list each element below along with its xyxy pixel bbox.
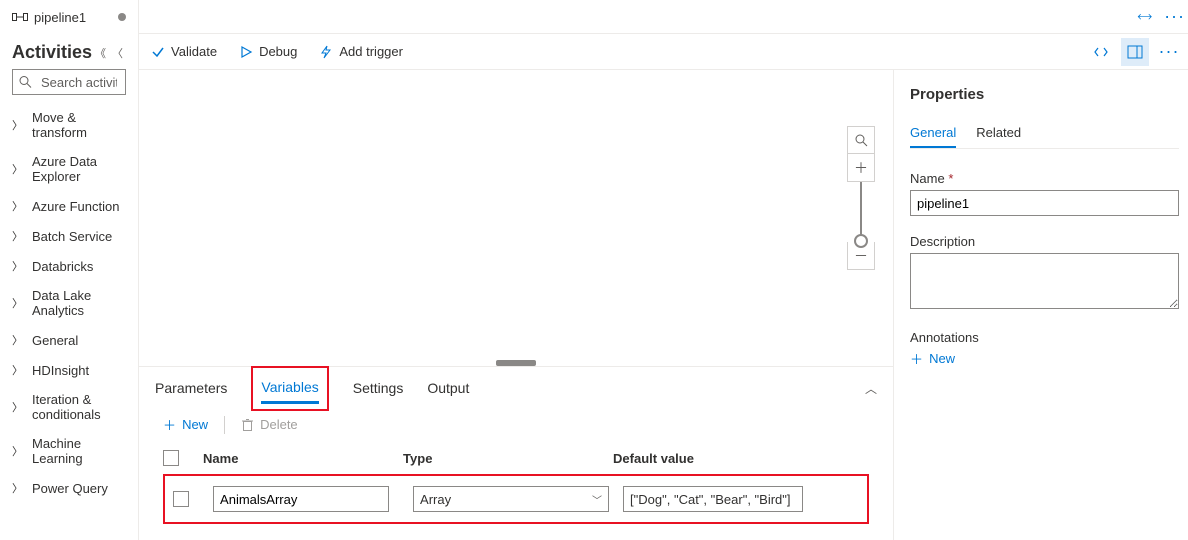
zoom-slider[interactable] bbox=[860, 182, 862, 242]
more-icon[interactable]: ··· bbox=[1164, 6, 1185, 27]
add-trigger-button[interactable]: Add trigger bbox=[319, 44, 403, 59]
activity-category-list: 〉Move & transform 〉Azure Data Explorer 〉… bbox=[0, 103, 138, 540]
chevron-right-icon: 〉 bbox=[12, 332, 23, 348]
chevron-right-icon: 〉 bbox=[12, 295, 23, 311]
column-header-type: Type bbox=[403, 451, 613, 466]
column-header-name: Name bbox=[203, 451, 403, 466]
top-bar: ⤢ ··· bbox=[139, 0, 1188, 34]
activity-category[interactable]: 〉Move & transform bbox=[0, 103, 138, 147]
properties-pane: Properties General Related Name * Descri… bbox=[893, 70, 1188, 540]
pipeline-canvas[interactable]: ＋ － bbox=[139, 70, 893, 366]
tab-parameters[interactable]: Parameters bbox=[155, 374, 227, 402]
activity-category[interactable]: 〉Batch Service bbox=[0, 221, 138, 251]
chevron-right-icon: 〉 bbox=[12, 399, 23, 415]
new-annotation-button[interactable]: ＋ New bbox=[910, 349, 1179, 368]
tab-variables[interactable]: Variables bbox=[261, 373, 318, 404]
highlight-variable-row: Array ﹀ ["Dog", "Cat", "Bear", "Bird"] bbox=[163, 474, 869, 524]
play-icon bbox=[239, 45, 253, 59]
delete-variable-button: Delete bbox=[241, 417, 298, 432]
pipeline-name-input[interactable] bbox=[910, 190, 1179, 216]
new-variable-button[interactable]: ＋ New bbox=[163, 415, 208, 434]
chevron-right-icon: 〉 bbox=[12, 198, 23, 214]
divider bbox=[224, 416, 225, 434]
validate-button[interactable]: Validate bbox=[151, 44, 217, 59]
plus-icon: ＋ bbox=[163, 415, 176, 434]
activity-category[interactable]: 〉Databricks bbox=[0, 251, 138, 281]
expand-icon[interactable]: ⤢ bbox=[1134, 7, 1154, 27]
highlight-variables: Variables bbox=[251, 366, 328, 411]
panel-resize-handle[interactable] bbox=[496, 360, 536, 366]
activity-category[interactable]: 〉Iteration & conditionals bbox=[0, 385, 138, 429]
properties-tab-general[interactable]: General bbox=[910, 119, 956, 148]
pipeline-name: pipeline1 bbox=[34, 10, 86, 25]
collapse-panel-button[interactable]: ︿ bbox=[865, 380, 877, 397]
activity-category[interactable]: 〉General bbox=[0, 325, 138, 355]
lightning-icon bbox=[319, 45, 333, 59]
activity-category[interactable]: 〉Power Query bbox=[0, 473, 138, 503]
activity-category[interactable]: 〉HDInsight bbox=[0, 355, 138, 385]
code-view-button[interactable] bbox=[1087, 38, 1115, 66]
chevron-right-icon: 〉 bbox=[12, 161, 23, 177]
row-checkbox[interactable] bbox=[173, 491, 189, 507]
zoom-slider-thumb[interactable] bbox=[854, 234, 868, 248]
chevron-right-icon: 〉 bbox=[12, 228, 23, 244]
chevron-right-icon: 〉 bbox=[12, 117, 23, 133]
collapse-double-chevron-icon[interactable]: 《 bbox=[92, 45, 109, 61]
chevron-right-icon: 〉 bbox=[12, 443, 23, 459]
activity-category[interactable]: 〉Machine Learning bbox=[0, 429, 138, 473]
activities-sidebar: pipeline1 Activities 《 〈 〉Move & transfo… bbox=[0, 0, 139, 540]
collapse-chevron-icon[interactable]: 〈 bbox=[109, 45, 126, 61]
properties-tab-related[interactable]: Related bbox=[976, 119, 1021, 148]
check-icon bbox=[151, 45, 165, 59]
properties-toggle-button[interactable] bbox=[1121, 38, 1149, 66]
activity-category[interactable]: 〉Data Lake Analytics bbox=[0, 281, 138, 325]
tab-output[interactable]: Output bbox=[427, 374, 469, 402]
variables-table-header: Name Type Default value bbox=[163, 442, 869, 474]
annotations-label: Annotations bbox=[910, 330, 1179, 345]
bottom-tabs: Parameters Variables Settings Output ︿ bbox=[139, 367, 893, 409]
name-label: Name * bbox=[910, 171, 1179, 186]
search-icon bbox=[19, 76, 32, 89]
variable-row: Array ﹀ ["Dog", "Cat", "Bear", "Bird"] bbox=[173, 486, 859, 512]
chevron-right-icon: 〉 bbox=[12, 258, 23, 274]
pipeline-tab[interactable]: pipeline1 bbox=[0, 0, 138, 34]
more-icon: ··· bbox=[1159, 41, 1180, 62]
activity-category[interactable]: 〉Azure Data Explorer bbox=[0, 147, 138, 191]
pipeline-icon bbox=[12, 11, 28, 23]
plus-icon: ＋ bbox=[910, 349, 923, 368]
description-label: Description bbox=[910, 234, 1179, 249]
tab-settings[interactable]: Settings bbox=[353, 374, 404, 402]
pipeline-toolbar: Validate Debug Add trigger bbox=[139, 34, 1188, 70]
unsaved-indicator-icon bbox=[118, 13, 126, 21]
debug-button[interactable]: Debug bbox=[239, 44, 297, 59]
chevron-down-icon: ﹀ bbox=[592, 492, 602, 507]
properties-title: Properties bbox=[910, 86, 1179, 103]
variable-default-input[interactable]: ["Dog", "Cat", "Bear", "Bird"] bbox=[623, 486, 803, 512]
toolbar-more-button[interactable]: ··· bbox=[1155, 38, 1183, 66]
zoom-control: ＋ － bbox=[847, 126, 875, 270]
select-all-checkbox[interactable] bbox=[163, 450, 179, 466]
chevron-right-icon: 〉 bbox=[12, 480, 23, 496]
search-activities-input[interactable] bbox=[12, 69, 126, 95]
trash-icon bbox=[241, 418, 254, 432]
pipeline-description-input[interactable] bbox=[910, 253, 1179, 309]
zoom-in-button[interactable]: ＋ bbox=[847, 154, 875, 182]
zoom-fit-button[interactable] bbox=[847, 126, 875, 154]
activities-title: Activities bbox=[12, 42, 92, 63]
variable-type-select[interactable]: Array ﹀ bbox=[413, 486, 609, 512]
activity-category[interactable]: 〉Azure Function bbox=[0, 191, 138, 221]
variable-name-input[interactable] bbox=[213, 486, 389, 512]
column-header-default: Default value bbox=[613, 451, 849, 466]
chevron-right-icon: 〉 bbox=[12, 362, 23, 378]
